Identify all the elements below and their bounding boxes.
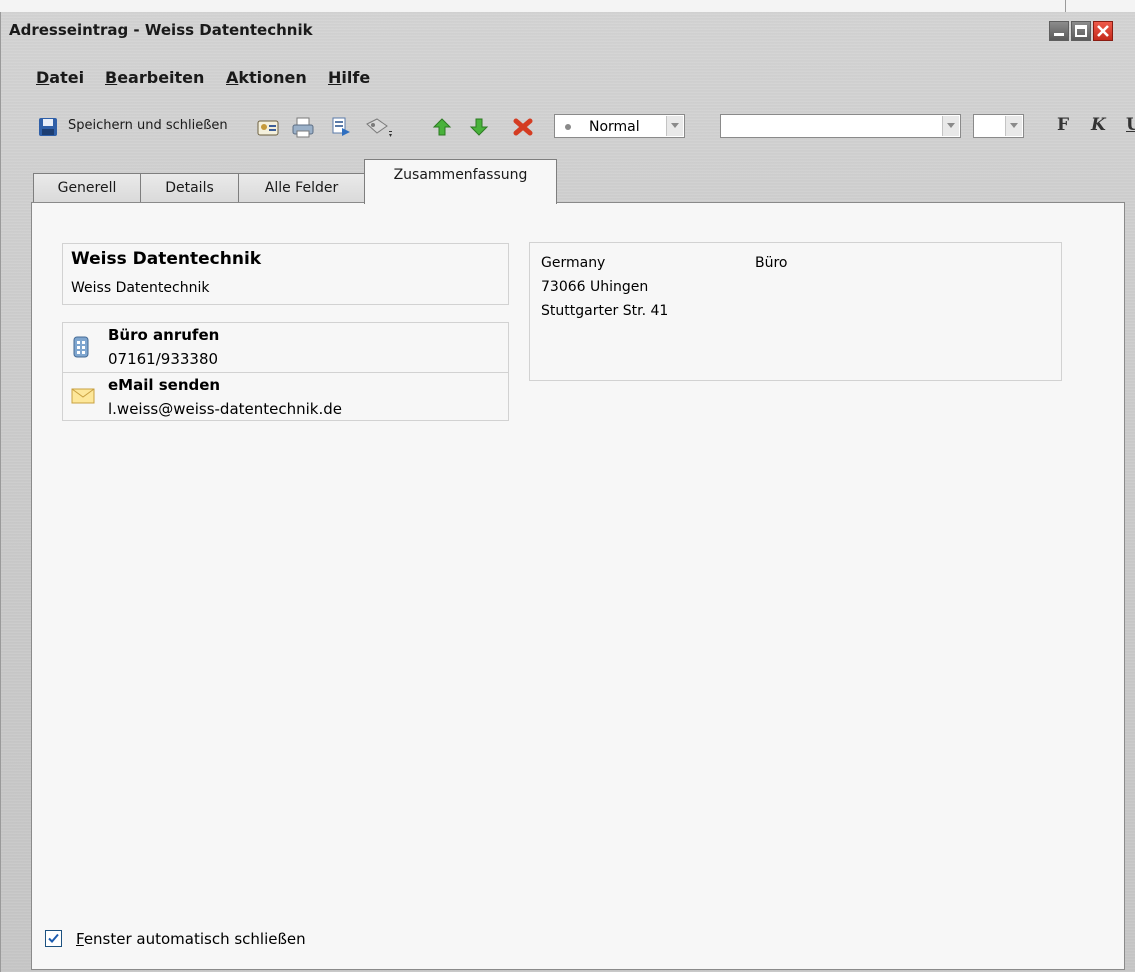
office-building-icon bbox=[71, 335, 91, 358]
menu-hilfe[interactable]: Hilfe bbox=[328, 68, 370, 87]
auto-close-checkbox[interactable] bbox=[45, 930, 62, 947]
contact-card-icon[interactable] bbox=[257, 116, 279, 138]
menu-datei[interactable]: Datei bbox=[36, 68, 84, 87]
window-title: Adresseintrag - Weiss Datentechnik bbox=[9, 21, 313, 39]
send-icon[interactable] bbox=[330, 116, 352, 138]
delete-icon[interactable] bbox=[512, 116, 534, 138]
phone-number: 07161/933380 bbox=[108, 350, 219, 368]
tag-icon[interactable] bbox=[365, 116, 395, 138]
chevron-down-icon[interactable] bbox=[666, 116, 683, 136]
priority-dot-icon bbox=[565, 124, 571, 130]
checkmark-icon bbox=[48, 933, 59, 943]
up-arrow-icon[interactable] bbox=[431, 116, 453, 138]
address-card: Germany 73066 Uhingen Stuttgarter Str. 4… bbox=[529, 242, 1062, 381]
summary-panel: Weiss Datentechnik Weiss Datentechnik Bü… bbox=[31, 202, 1125, 970]
address-type: Büro bbox=[755, 255, 788, 271]
save-and-close-button[interactable]: Speichern und schließen bbox=[68, 118, 228, 133]
chevron-down-icon[interactable] bbox=[942, 116, 959, 136]
actions-card: Büro anrufen 07161/933380 eMail senden l… bbox=[62, 322, 509, 421]
priority-value: Normal bbox=[589, 119, 640, 135]
envelope-icon bbox=[71, 385, 95, 407]
font-select[interactable] bbox=[720, 114, 961, 138]
down-arrow-icon[interactable] bbox=[468, 116, 490, 138]
desktop-divider bbox=[1065, 0, 1066, 12]
italic-button[interactable]: K bbox=[1091, 115, 1106, 135]
desktop-edge bbox=[0, 0, 1135, 12]
font-size-select[interactable] bbox=[973, 114, 1024, 138]
name-card: Weiss Datentechnik Weiss Datentechnik bbox=[62, 243, 509, 305]
auto-close-label[interactable]: Fenster automatisch schließen bbox=[76, 930, 306, 948]
address-country: Germany bbox=[541, 255, 606, 271]
send-email-action[interactable]: eMail senden l.weiss@weiss-datentechnik.… bbox=[63, 372, 508, 422]
priority-select[interactable]: Normal bbox=[554, 114, 685, 138]
call-office-action[interactable]: Büro anrufen 07161/933380 bbox=[63, 323, 508, 372]
send-email-label: eMail senden bbox=[108, 376, 221, 394]
bold-button[interactable]: F bbox=[1057, 115, 1069, 135]
menu-aktionen[interactable]: Aktionen bbox=[226, 68, 307, 87]
toolbar: Speichern und schließen Normal F K U bbox=[1, 112, 1135, 144]
tab-alle-felder[interactable]: Alle Felder bbox=[238, 173, 365, 203]
company-name: Weiss Datentechnik bbox=[71, 280, 210, 296]
close-button[interactable] bbox=[1093, 21, 1113, 41]
save-icon[interactable] bbox=[37, 116, 59, 138]
address-entry-window: Adresseintrag - Weiss Datentechnik Datei… bbox=[0, 12, 1135, 972]
call-office-label: Büro anrufen bbox=[108, 326, 220, 344]
email-address: l.weiss@weiss-datentechnik.de bbox=[108, 400, 343, 418]
underline-button[interactable]: U bbox=[1126, 115, 1135, 135]
address-city: 73066 Uhingen bbox=[541, 279, 649, 295]
chevron-down-icon[interactable] bbox=[1005, 116, 1022, 136]
tab-details[interactable]: Details bbox=[140, 173, 239, 203]
print-icon[interactable] bbox=[291, 116, 314, 138]
address-street: Stuttgarter Str. 41 bbox=[541, 303, 669, 319]
tab-zusammenfassung[interactable]: Zusammenfassung bbox=[364, 159, 557, 204]
minimize-button[interactable] bbox=[1049, 21, 1069, 41]
title-bar[interactable]: Adresseintrag - Weiss Datentechnik bbox=[1, 12, 1135, 49]
contact-name: Weiss Datentechnik bbox=[71, 249, 262, 269]
menu-bearbeiten[interactable]: Bearbeiten bbox=[105, 68, 204, 87]
tab-generell[interactable]: Generell bbox=[33, 173, 141, 203]
maximize-button[interactable] bbox=[1071, 21, 1091, 41]
